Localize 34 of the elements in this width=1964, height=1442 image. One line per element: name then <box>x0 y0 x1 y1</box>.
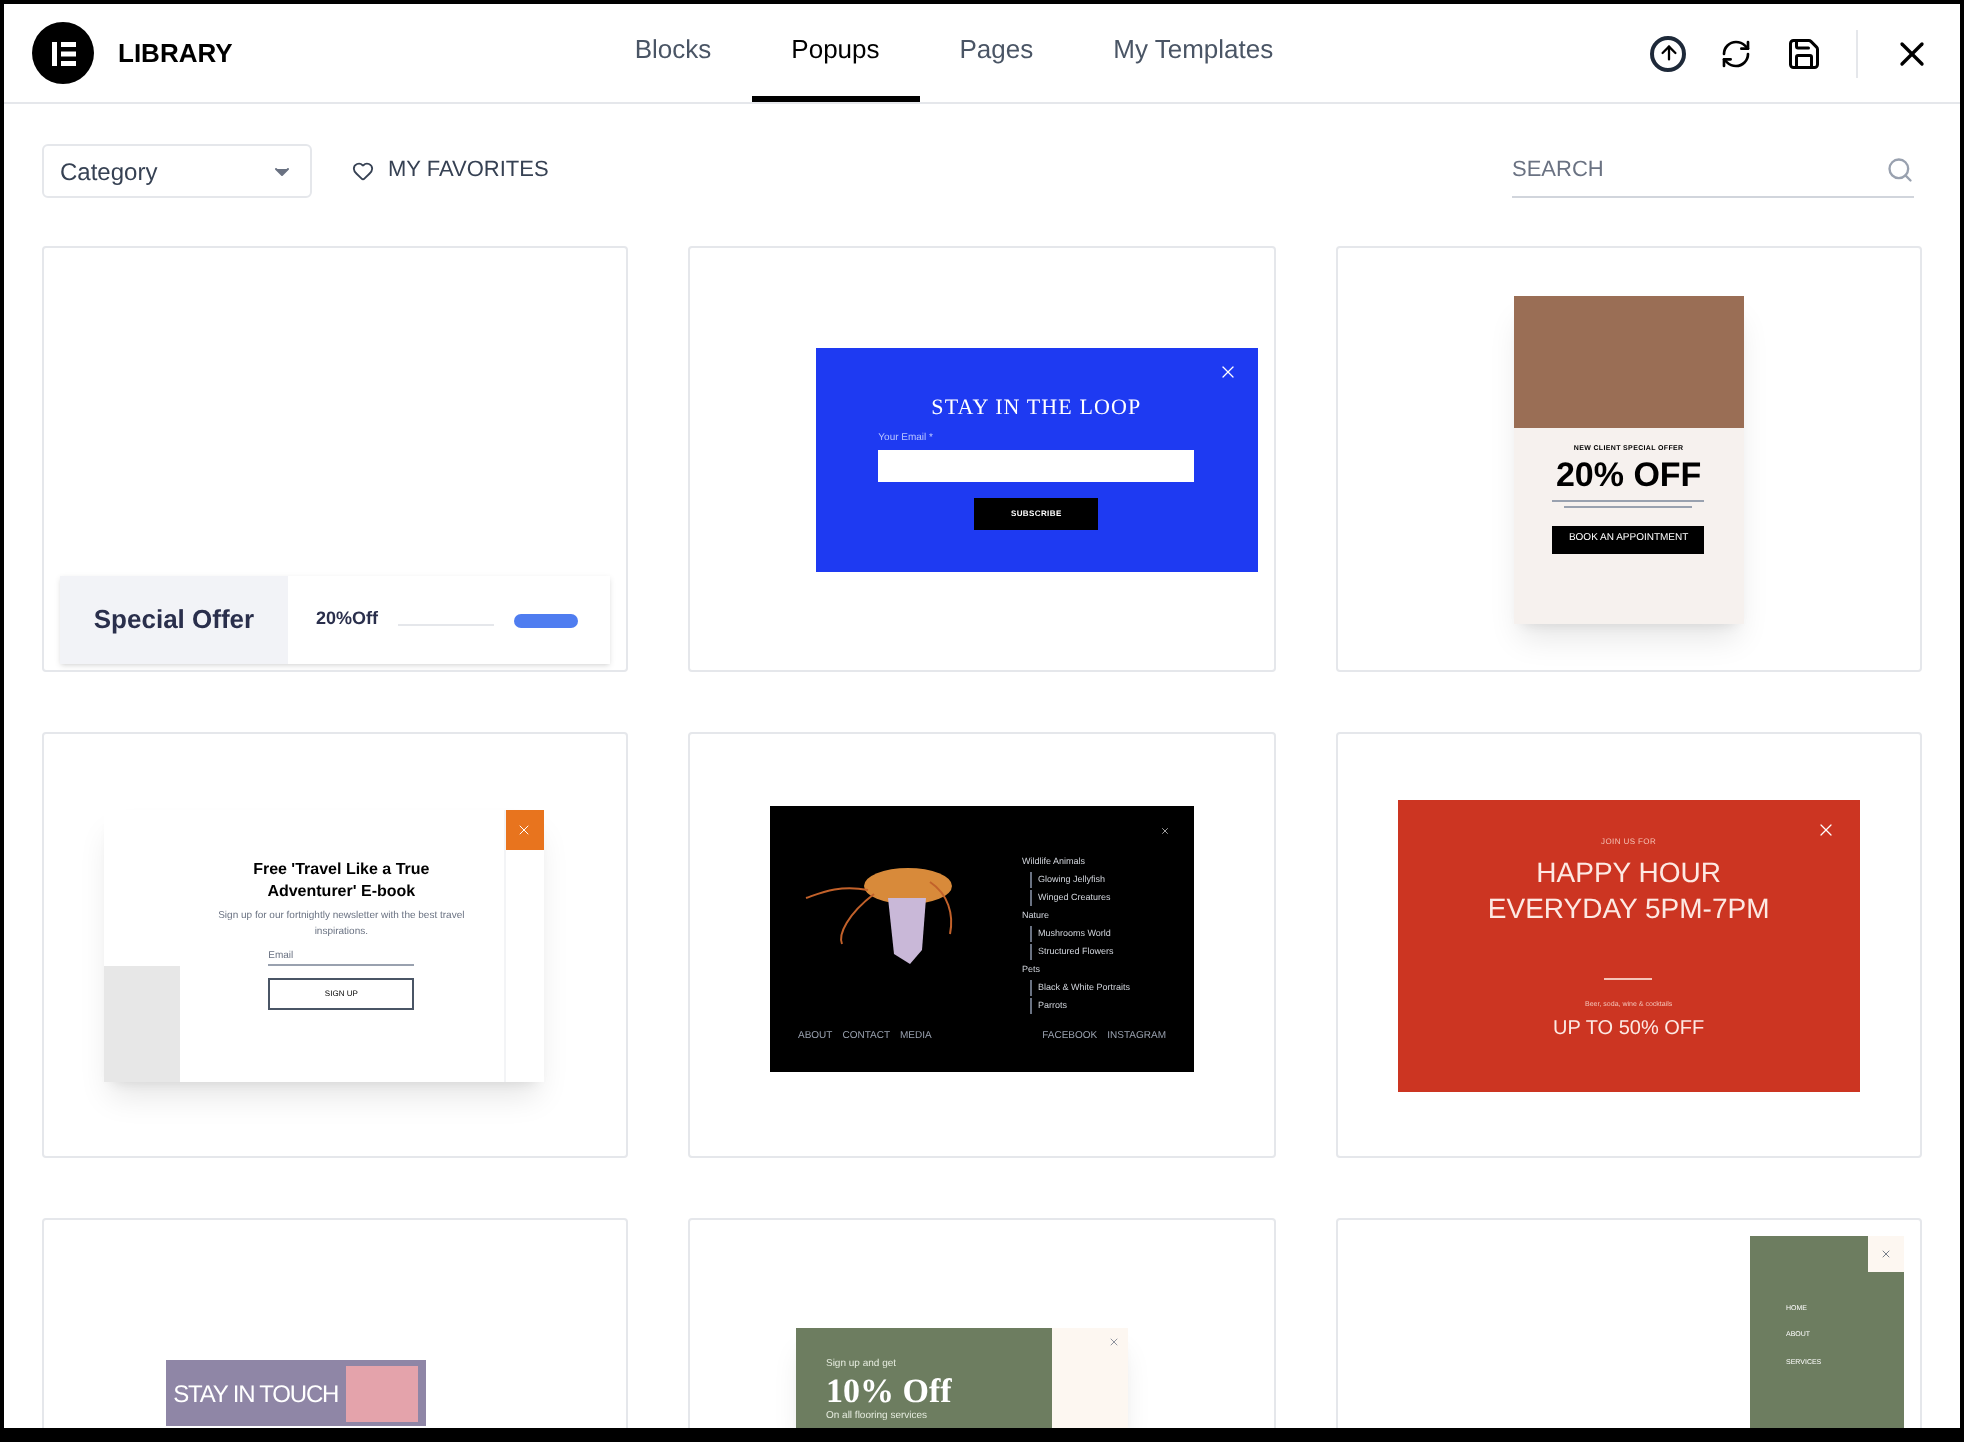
photo-placeholder <box>345 1365 418 1421</box>
tab[interactable]: Pages <box>919 4 1074 102</box>
tab[interactable]: Popups <box>751 4 920 102</box>
save-button[interactable] <box>1786 35 1822 71</box>
close-icon <box>516 821 533 837</box>
divider-line <box>1604 977 1653 979</box>
offer-text: 20%Off <box>316 606 379 633</box>
close-icon <box>1217 361 1238 381</box>
arrow-up-icon <box>1657 42 1679 64</box>
close-icon <box>1880 1248 1892 1260</box>
sync-button[interactable] <box>1720 37 1752 69</box>
offer-text: UP TO 50% OFF <box>1553 1015 1705 1044</box>
signup-button <box>514 613 579 627</box>
search-field[interactable]: SEARCH <box>1512 153 1886 187</box>
popup-title: 20% OFF <box>1555 453 1702 496</box>
heart-icon <box>352 160 374 182</box>
close-icon <box>1815 819 1836 839</box>
library-title: LIBRARY <box>118 35 233 72</box>
category-select[interactable]: Category <box>42 144 312 198</box>
tab[interactable]: Blocks <box>594 4 752 102</box>
popup-title: STAY IN THE LOOP <box>931 393 1142 423</box>
popup-title: Free 'Travel Like a True Adventurer' E-book <box>251 857 432 901</box>
popup-title: Special Offer <box>93 602 255 639</box>
popup-title: STAY IN TOUCH <box>173 1377 339 1411</box>
close-icon <box>1107 1336 1120 1348</box>
template-card[interactable]: Special Offer 20%Off <box>42 246 629 672</box>
search-icon <box>1886 156 1914 184</box>
tab[interactable]: My Templates <box>1073 4 1314 102</box>
image-placeholder <box>103 965 180 1081</box>
upload-button[interactable] <box>1650 35 1686 71</box>
popup-title: HAPPY HOUR EVERYDAY 5PM-7PM <box>1485 853 1772 925</box>
logo-icon <box>32 22 94 84</box>
favorites-button[interactable]: MY FAVORITES <box>352 154 549 188</box>
popup-title: 10% Off <box>825 1373 954 1409</box>
